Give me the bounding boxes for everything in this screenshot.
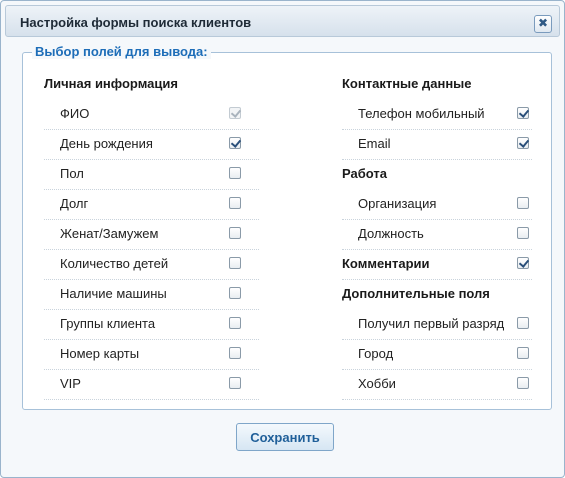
field-label: Получил первый разряд bbox=[358, 316, 505, 331]
field-checkbox-debt[interactable] bbox=[229, 197, 241, 209]
section-work: Работа bbox=[342, 166, 387, 181]
section-extra-fields: Дополнительные поля bbox=[342, 286, 490, 301]
field-label: Наличие машины bbox=[60, 286, 167, 301]
field-label: Город bbox=[358, 346, 394, 361]
field-row-children: Количество детей bbox=[44, 250, 259, 280]
field-checkbox-card-number[interactable] bbox=[229, 347, 241, 359]
field-checkbox-fio bbox=[229, 107, 241, 119]
field-checkbox-hobby[interactable] bbox=[517, 377, 529, 389]
field-checkbox-birthday[interactable] bbox=[229, 137, 241, 149]
field-row-gender: Пол bbox=[44, 160, 259, 190]
field-label: ФИО bbox=[60, 106, 90, 121]
field-row-email: Email bbox=[342, 130, 532, 160]
fieldset-legend: Выбор полей для вывода: bbox=[32, 44, 211, 59]
field-checkbox-first-rank[interactable] bbox=[517, 317, 529, 329]
section-contacts: Контактные данные bbox=[342, 76, 472, 91]
dialog-title: Настройка формы поиска клиентов bbox=[20, 15, 252, 30]
field-checkbox-married[interactable] bbox=[229, 227, 241, 239]
field-label: Пол bbox=[60, 166, 84, 181]
field-row-client-groups: Группы клиента bbox=[44, 310, 259, 340]
field-label: Количество детей bbox=[60, 256, 169, 271]
field-row-card-number: Номер карты bbox=[44, 340, 259, 370]
field-checkbox-organization[interactable] bbox=[517, 197, 529, 209]
field-label: Email bbox=[358, 136, 391, 151]
field-row-position: Должность bbox=[342, 220, 532, 250]
field-checkbox-children[interactable] bbox=[229, 257, 241, 269]
field-row-car: Наличие машины bbox=[44, 280, 259, 310]
field-checkbox-vip[interactable] bbox=[229, 377, 241, 389]
field-label: VIP bbox=[60, 376, 81, 391]
field-row-city: Город bbox=[342, 340, 532, 370]
field-label: Хобби bbox=[358, 376, 396, 391]
field-row-organization: Организация bbox=[342, 190, 532, 220]
field-checkbox-car[interactable] bbox=[229, 287, 241, 299]
field-row-mobile-phone: Телефон мобильный bbox=[342, 100, 532, 130]
field-label: Долг bbox=[60, 196, 89, 211]
section-personal-info: Личная информация bbox=[44, 76, 178, 91]
field-row-birthday: День рождения bbox=[44, 130, 259, 160]
field-checkbox-comments[interactable] bbox=[517, 257, 529, 269]
field-label: Организация bbox=[358, 196, 437, 211]
field-checkbox-client-groups[interactable] bbox=[229, 317, 241, 329]
field-checkbox-email[interactable] bbox=[517, 137, 529, 149]
field-row-comments: Комментарии bbox=[342, 250, 532, 280]
field-row-hobby: Хобби bbox=[342, 370, 532, 400]
section-comments: Комментарии bbox=[342, 256, 430, 271]
field-checkbox-mobile-phone[interactable] bbox=[517, 107, 529, 119]
dialog-titlebar[interactable]: Настройка формы поиска клиентов ✖ bbox=[5, 5, 560, 37]
close-icon: ✖ bbox=[537, 16, 549, 30]
field-row-married: Женат/Замужем bbox=[44, 220, 259, 250]
field-checkbox-position[interactable] bbox=[517, 227, 529, 239]
field-checkbox-gender[interactable] bbox=[229, 167, 241, 179]
save-button[interactable]: Сохранить bbox=[236, 423, 334, 451]
field-label: Номер карты bbox=[60, 346, 140, 361]
field-row-fio: ФИО bbox=[44, 100, 259, 130]
field-label: Телефон мобильный bbox=[358, 106, 485, 121]
close-button[interactable]: ✖ bbox=[534, 15, 552, 33]
field-checkbox-city[interactable] bbox=[517, 347, 529, 359]
field-label: Должность bbox=[358, 226, 424, 241]
field-row-vip: VIP bbox=[44, 370, 259, 400]
field-label: День рождения bbox=[60, 136, 153, 151]
customer-search-settings-dialog: Настройка формы поиска клиентов ✖ Выбор … bbox=[0, 0, 565, 478]
field-row-first-rank: Получил первый разряд bbox=[342, 310, 532, 340]
field-label: Женат/Замужем bbox=[60, 226, 159, 241]
field-row-debt: Долг bbox=[44, 190, 259, 220]
field-label: Группы клиента bbox=[60, 316, 156, 331]
